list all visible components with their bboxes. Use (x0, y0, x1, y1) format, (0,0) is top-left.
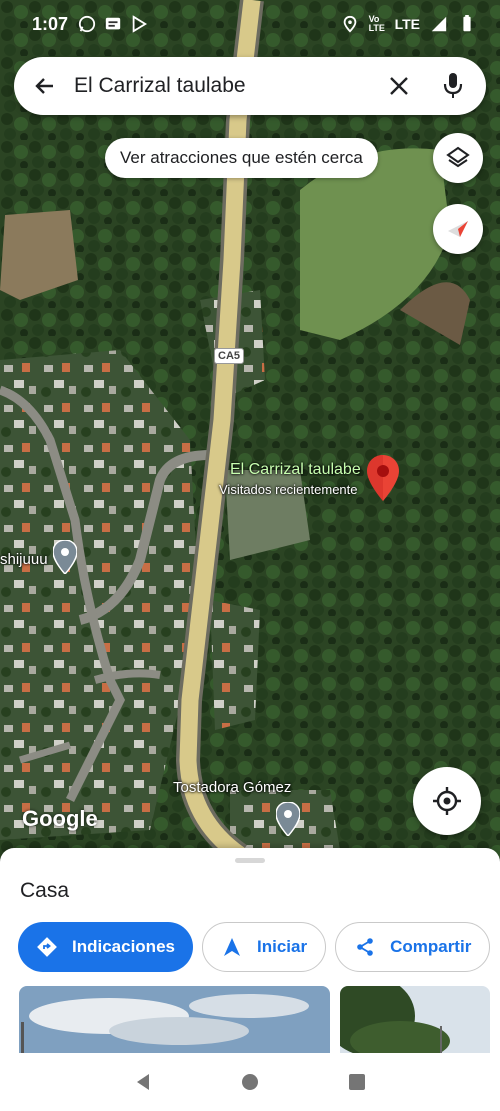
pin-subtitle-label: Visitados recientemente (219, 482, 358, 497)
place-photo[interactable] (19, 986, 330, 1053)
volte-indicator: Vo LTE (368, 14, 385, 33)
microphone-icon[interactable] (436, 69, 470, 103)
search-bar[interactable]: El Carrizal taulabe (14, 57, 486, 115)
play-store-icon (132, 15, 148, 33)
directions-label: Indicaciones (72, 937, 175, 956)
crosshair-icon (433, 787, 461, 815)
status-bar: 1:07 Vo LTE LTE (0, 0, 500, 48)
directions-icon (36, 936, 58, 958)
grey-place-pin-icon[interactable] (275, 801, 301, 841)
grey-place-pin-icon[interactable] (52, 539, 78, 579)
battery-icon (463, 15, 471, 32)
satellite-imagery (0, 0, 500, 860)
pin-title-label[interactable]: El Carrizal taulabe (230, 461, 361, 479)
search-query[interactable]: El Carrizal taulabe (74, 74, 382, 98)
map-view[interactable]: CA5 El Carrizal taulabe Visitados recien… (0, 0, 500, 860)
share-label: Compartir (390, 937, 472, 956)
red-pin-icon[interactable] (367, 455, 399, 506)
home-circle-icon[interactable] (240, 1072, 260, 1092)
place-label-shijuuu[interactable]: shijuuu (0, 551, 48, 568)
share-icon (354, 936, 376, 958)
status-time: 1:07 (32, 13, 69, 34)
share-button[interactable]: Compartir (335, 922, 491, 972)
start-button[interactable]: Iniciar (201, 922, 327, 972)
google-logo: Google (22, 806, 98, 831)
action-buttons: Indicaciones Iniciar Compartir (18, 922, 491, 972)
place-bottom-sheet[interactable]: Casa Indicaciones Iniciar Compartir (0, 848, 500, 1053)
nearby-attractions-chip[interactable]: Ver atracciones que estén cerca (105, 138, 378, 178)
directions-button[interactable]: Indicaciones (18, 922, 193, 972)
signal-icon (431, 16, 447, 32)
layers-icon (446, 146, 470, 168)
place-label-tostadora[interactable]: Tostadora Gómez (173, 779, 291, 796)
whatsapp-icon (78, 15, 96, 33)
photo-strip[interactable] (19, 986, 490, 1053)
compass-button[interactable] (433, 204, 483, 254)
back-triangle-icon[interactable] (133, 1072, 153, 1092)
recents-square-icon[interactable] (347, 1072, 367, 1092)
start-label: Iniciar (256, 937, 308, 956)
sheet-drag-handle[interactable] (235, 858, 265, 863)
layers-button[interactable] (433, 133, 483, 183)
place-photo[interactable] (340, 986, 490, 1053)
close-icon[interactable] (382, 69, 416, 103)
compass-icon (448, 221, 468, 237)
highway-label: CA5 (214, 348, 245, 364)
network-label: LTE (394, 16, 420, 32)
system-nav-bar (0, 1053, 500, 1111)
back-arrow-icon[interactable] (30, 71, 60, 101)
location-icon (343, 15, 356, 33)
message-icon (105, 17, 121, 30)
place-title: Casa (20, 879, 70, 902)
my-location-button[interactable] (413, 767, 481, 835)
navigation-arrow-icon (221, 936, 243, 958)
